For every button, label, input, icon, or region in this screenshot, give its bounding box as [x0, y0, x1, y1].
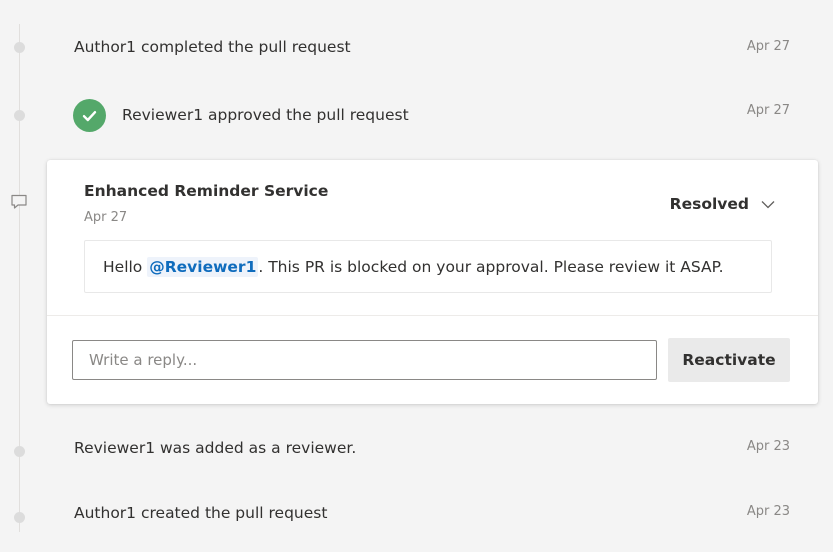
comment-text-prefix: Hello: [103, 257, 148, 276]
timeline-event-text: Author1 created the pull request: [74, 504, 328, 522]
thread-author: Enhanced Reminder Service: [84, 182, 329, 200]
timeline-dot: [14, 110, 25, 121]
timeline-event-text: Reviewer1 was added as a reviewer.: [74, 439, 357, 457]
timeline-event-date: Apr 27: [746, 39, 790, 54]
timeline-dot: [14, 42, 25, 53]
comment-body: Hello @Reviewer1. This PR is blocked on …: [84, 240, 772, 293]
thread-date: Apr 27: [84, 210, 128, 225]
thread-status-label: Resolved: [669, 194, 749, 213]
reply-input[interactable]: [72, 340, 657, 380]
timeline-dot: [14, 512, 25, 523]
comment-thread-card: Enhanced Reminder Service Apr 27 Resolve…: [47, 160, 818, 404]
checkmark-circle-icon: [73, 99, 106, 132]
timeline-dot: [14, 446, 25, 457]
timeline-event-date: Apr 23: [746, 504, 790, 519]
timeline-event-date: Apr 23: [746, 439, 790, 454]
comment-text-suffix: . This PR is blocked on your approval. P…: [258, 257, 724, 276]
divider: [47, 315, 818, 316]
thread-status-dropdown[interactable]: Resolved: [670, 194, 775, 213]
comment-icon: [10, 193, 28, 211]
timeline-event-text: Author1 completed the pull request: [74, 38, 351, 56]
timeline-event-date: Apr 27: [746, 103, 790, 118]
timeline-event-text: Reviewer1 approved the pull request: [122, 106, 409, 124]
chevron-down-icon: [761, 194, 775, 213]
reactivate-button[interactable]: Reactivate: [668, 338, 790, 382]
mention-link[interactable]: @Reviewer1: [147, 256, 259, 277]
